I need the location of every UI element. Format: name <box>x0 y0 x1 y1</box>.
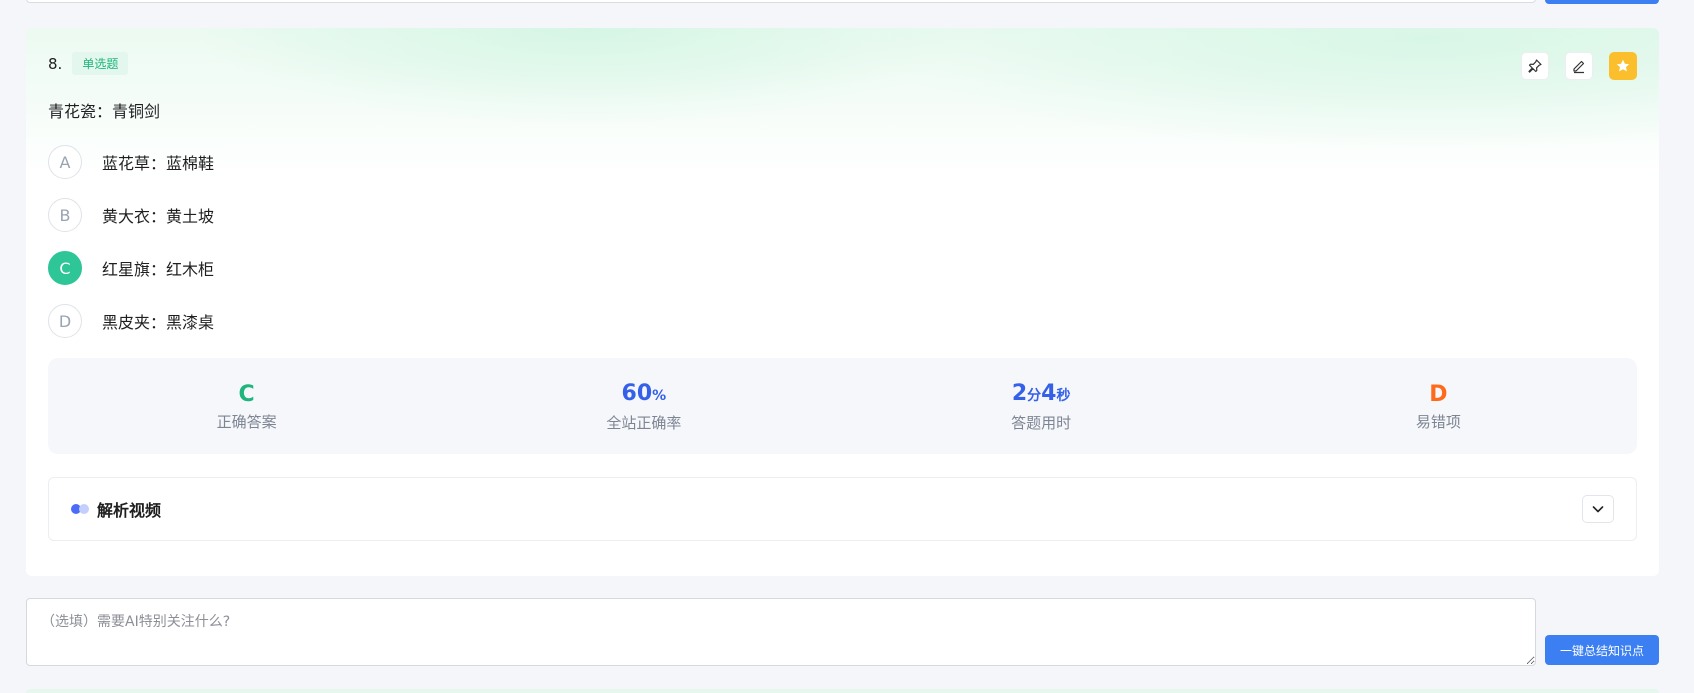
correct-answer-value: C <box>238 381 255 407</box>
star-icon <box>1616 59 1630 72</box>
question-header: 8. 单选题 <box>48 52 129 75</box>
analysis-video-panel[interactable]: 解析视频 <box>48 477 1637 541</box>
question-card: 8. 单选题 青花瓷：青铜剑 A 蓝花草：蓝棉鞋 B 黄大衣：黄土坡 C 红星旗… <box>26 28 1659 576</box>
option-letter: D <box>48 304 82 338</box>
stat-common-wrong: D 易错项 <box>1240 358 1637 454</box>
time-spent-value: 2分4秒 <box>1012 380 1071 410</box>
previous-note-input[interactable] <box>26 0 1536 3</box>
option-c[interactable]: C 红星旗：红木柜 <box>48 251 214 285</box>
common-wrong-label: 易错项 <box>1415 412 1461 431</box>
common-wrong-value: D <box>1429 381 1448 407</box>
site-accuracy-value: 60% <box>622 380 667 410</box>
pin-icon <box>1528 59 1542 73</box>
option-a[interactable]: A 蓝花草：蓝棉鞋 <box>48 145 214 179</box>
edit-icon <box>1573 60 1585 74</box>
question-type-badge: 单选题 <box>72 52 129 75</box>
option-d[interactable]: D 黑皮夹：黑漆桌 <box>48 304 214 338</box>
previous-summary-button[interactable] <box>1545 0 1659 4</box>
options-list: A 蓝花草：蓝棉鞋 B 黄大衣：黄土坡 C 红星旗：红木柜 D 黑皮夹：黑漆桌 <box>48 145 214 357</box>
favorite-button[interactable] <box>1609 52 1637 80</box>
option-text: 红星旗：红木柜 <box>102 260 215 279</box>
option-letter: A <box>48 145 82 179</box>
site-accuracy-number: 60 <box>621 380 653 406</box>
stat-site-accuracy: 60% 全站正确率 <box>445 358 842 454</box>
answer-stats: C 正确答案 60% 全站正确率 2分4秒 答题用时 D 易错项 <box>48 358 1637 454</box>
stat-time-spent: 2分4秒 答题用时 <box>843 358 1240 454</box>
expand-button[interactable] <box>1582 495 1614 523</box>
site-accuracy-label: 全站正确率 <box>606 413 682 432</box>
option-b[interactable]: B 黄大衣：黄土坡 <box>48 198 214 232</box>
option-text: 黄大衣：黄土坡 <box>102 207 215 226</box>
time-seconds-unit: 秒 <box>1056 387 1071 404</box>
time-minutes-unit: 分 <box>1027 387 1042 404</box>
summary-knowledge-button[interactable]: 一键总结知识点 <box>1545 635 1659 665</box>
edit-button[interactable] <box>1565 52 1593 80</box>
option-text: 黑皮夹：黑漆桌 <box>102 313 215 332</box>
time-minutes: 2 <box>1011 380 1028 406</box>
pin-button[interactable] <box>1521 52 1549 80</box>
card-header-glow <box>26 28 1659 178</box>
correct-answer-label: 正确答案 <box>216 412 277 431</box>
chevron-down-icon <box>1592 506 1604 513</box>
question-tools <box>1521 52 1637 80</box>
option-letter-selected: C <box>48 251 82 285</box>
time-spent-label: 答题用时 <box>1011 413 1072 432</box>
option-letter: B <box>48 198 82 232</box>
stat-correct-answer: C 正确答案 <box>48 358 445 454</box>
time-seconds: 4 <box>1041 380 1057 406</box>
analysis-video-title: 解析视频 <box>97 501 162 520</box>
video-dot-secondary <box>79 504 89 514</box>
question-stem: 青花瓷：青铜剑 <box>48 102 161 121</box>
option-text: 蓝花草：蓝棉鞋 <box>102 154 215 173</box>
ai-focus-input[interactable] <box>26 598 1536 666</box>
video-dots-icon <box>71 504 89 514</box>
next-card-edge <box>26 689 1659 693</box>
question-number: 8. <box>48 54 63 73</box>
site-accuracy-unit: % <box>652 387 667 404</box>
